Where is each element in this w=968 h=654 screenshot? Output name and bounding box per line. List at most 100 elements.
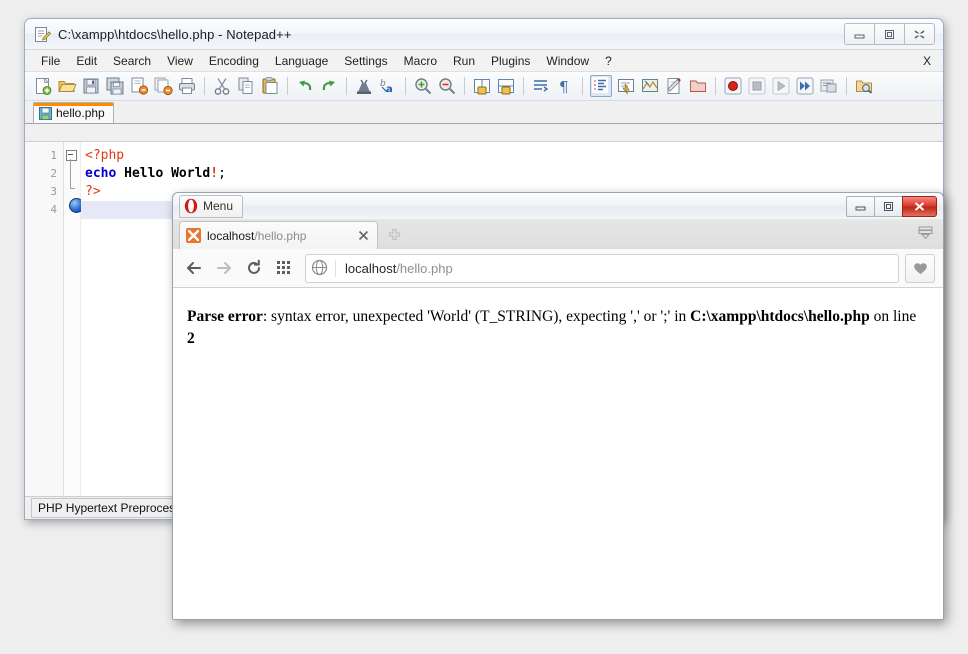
menu-item-file[interactable]: File (33, 52, 68, 70)
paste-icon[interactable] (260, 76, 280, 96)
line-number: 3 (25, 183, 63, 201)
document-map-icon[interactable] (640, 76, 660, 96)
editor-tab-hello-php[interactable]: hello.php (33, 102, 114, 123)
new-file-icon[interactable] (33, 76, 53, 96)
browser-close-button[interactable] (902, 196, 937, 217)
reload-button[interactable] (241, 255, 267, 281)
menu-item-edit[interactable]: Edit (68, 52, 105, 70)
fold-end-marker (70, 188, 75, 189)
notepad-menubar: File Edit Search View Encoding Language … (25, 50, 943, 72)
zoom-out-icon[interactable] (437, 76, 457, 96)
menu-item-help[interactable]: ? (597, 52, 620, 70)
address-bar[interactable]: localhost/hello.php (305, 254, 899, 283)
notepad-close-button[interactable] (904, 23, 935, 45)
undo-icon[interactable] (295, 76, 315, 96)
run-multiple-macro-icon[interactable] (795, 76, 815, 96)
replace-icon[interactable]: ba (378, 76, 398, 96)
browser-tab-strip: localhost/hello.php (173, 219, 943, 249)
document-edit-icon (34, 26, 51, 43)
save-macro-icon[interactable] (819, 76, 839, 96)
save-icon[interactable] (81, 76, 101, 96)
toolbar-separator (523, 77, 524, 95)
menu-item-language[interactable]: Language (267, 52, 336, 70)
menu-item-run[interactable]: Run (445, 52, 483, 70)
opera-menu-button[interactable]: Menu (179, 195, 243, 218)
record-macro-icon[interactable] (723, 76, 743, 96)
play-macro-icon[interactable] (771, 76, 791, 96)
menu-item-view[interactable]: View (159, 52, 201, 70)
window-title: C:\xampp\htdocs\hello.php - Notepad++ (58, 27, 292, 42)
cut-icon[interactable] (212, 76, 232, 96)
function-list-icon[interactable] (664, 76, 684, 96)
back-button[interactable] (181, 255, 207, 281)
new-tab-button[interactable] (380, 221, 408, 249)
show-all-characters-icon[interactable]: ¶ (555, 76, 575, 96)
code-folding-margin[interactable] (64, 142, 81, 519)
php-parse-error-message: Parse error: syntax error, unexpected 'W… (187, 306, 917, 351)
line-number: 1 (25, 147, 63, 165)
redo-icon[interactable] (319, 76, 339, 96)
toolbar-separator (405, 77, 406, 95)
menu-item-macro[interactable]: Macro (396, 52, 445, 70)
sync-vertical-icon[interactable] (472, 76, 492, 96)
error-line-number: 2 (187, 330, 195, 347)
code-line-2: echo Hello World!; (81, 165, 943, 183)
open-file-icon[interactable] (57, 76, 77, 96)
toolbar-separator (287, 77, 288, 95)
menu-item-settings[interactable]: Settings (336, 52, 395, 70)
svg-text:a: a (386, 84, 393, 95)
menu-item-search[interactable]: Search (105, 52, 159, 70)
notepad-minimize-button[interactable] (844, 23, 875, 45)
menu-item-window[interactable]: Window (538, 52, 597, 70)
zoom-in-icon[interactable] (413, 76, 433, 96)
close-document-button[interactable]: X (923, 54, 931, 68)
sync-horizontal-icon[interactable] (496, 76, 516, 96)
opera-logo-icon (183, 198, 199, 214)
globe-icon (311, 259, 329, 277)
browser-maximize-button[interactable] (874, 196, 903, 217)
notepad-tab-bar: hello.php (25, 101, 943, 124)
heart-icon[interactable] (905, 254, 935, 283)
close-all-icon[interactable] (153, 76, 173, 96)
notepad-maximize-button[interactable] (874, 23, 905, 45)
url-host: localhost (345, 261, 396, 276)
notepad-titlebar[interactable]: C:\xampp\htdocs\hello.php - Notepad++ (25, 19, 943, 50)
speed-dial-button[interactable] (271, 255, 297, 281)
error-file-path: C:\xampp\htdocs\hello.php (690, 308, 870, 325)
address-bar-url[interactable]: localhost/hello.php (345, 261, 453, 276)
line-number-gutter: 1 2 3 4 (25, 142, 64, 519)
close-file-icon[interactable] (129, 76, 149, 96)
toolbar-separator (715, 77, 716, 95)
browser-page-content: Parse error: syntax error, unexpected 'W… (173, 288, 943, 619)
svg-text:¶: ¶ (559, 78, 569, 96)
word-wrap-icon[interactable] (531, 76, 551, 96)
error-type-label: Parse error (187, 308, 263, 325)
menu-item-encoding[interactable]: Encoding (201, 52, 267, 70)
folder-workspace-icon[interactable] (688, 76, 708, 96)
browser-titlebar[interactable]: Menu (173, 193, 943, 219)
browser-minimize-button[interactable] (846, 196, 875, 217)
browser-tab-localhost-hello-php[interactable]: localhost/hello.php (179, 221, 378, 249)
menu-item-plugins[interactable]: Plugins (483, 52, 538, 70)
run-program-icon[interactable] (854, 76, 874, 96)
tab-close-icon[interactable] (356, 228, 371, 243)
browser-navigation-bar: localhost/hello.php (173, 249, 943, 288)
editor-tab-label: hello.php (56, 106, 105, 120)
toolbar-separator (204, 77, 205, 95)
fold-collapse-icon[interactable] (66, 150, 77, 161)
status-language-label: PHP Hypertext Preprocess (31, 498, 185, 518)
indent-guide-icon[interactable] (590, 75, 612, 97)
save-all-icon[interactable] (105, 76, 125, 96)
user-defined-language-icon[interactable] (616, 76, 636, 96)
find-icon[interactable] (354, 76, 374, 96)
toolbar-separator (346, 77, 347, 95)
error-description: : syntax error, unexpected 'World' (T_ST… (263, 308, 690, 325)
forward-button[interactable] (211, 255, 237, 281)
toolbar-separator (846, 77, 847, 95)
opera-menu-label: Menu (203, 199, 233, 213)
copy-icon[interactable] (236, 76, 256, 96)
stop-recording-icon[interactable] (747, 76, 767, 96)
tab-menu-icon[interactable] (915, 224, 935, 244)
notepad-toolbar: ba ¶ (25, 72, 943, 101)
print-icon[interactable] (177, 76, 197, 96)
